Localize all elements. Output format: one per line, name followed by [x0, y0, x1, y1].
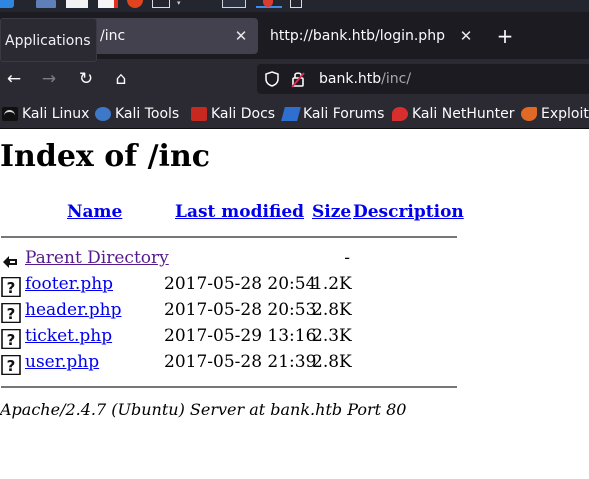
parent-directory-link[interactable]: Parent Directory [25, 248, 169, 268]
close-tab-icon[interactable]: ✕ [458, 18, 474, 54]
url-text: bank.htb/inc/ [319, 64, 411, 94]
unknown-file-icon: ? [1, 303, 21, 323]
back-folder-icon [1, 251, 21, 271]
file-modified: 2017-05-29 13:16 [164, 326, 317, 346]
unknown-file-icon: ? [1, 329, 21, 349]
divider [1, 236, 457, 238]
tab-login[interactable]: http://bank.htb/login.php ✕ [262, 18, 484, 54]
file-manager-icon[interactable] [36, 0, 56, 8]
column-header-size[interactable]: Size [312, 202, 351, 222]
firefox-launcher-icon[interactable] [127, 0, 143, 8]
file-modified: 2017-05-28 20:53 [164, 300, 317, 320]
divider [1, 386, 457, 388]
kali-docs-icon [191, 107, 207, 121]
reload-button[interactable]: ↻ [73, 67, 99, 91]
file-modified: 2017-05-28 20:54 [164, 274, 317, 294]
column-header-name[interactable]: Name [67, 202, 122, 222]
window-icon[interactable] [152, 0, 170, 8]
workspace-switcher[interactable] [222, 0, 246, 8]
url-path: /inc/ [381, 71, 412, 87]
url-bar[interactable]: bank.htb/inc/ [257, 64, 589, 94]
file-size: 1.2K [312, 274, 352, 294]
kali-dragon-icon [2, 107, 18, 121]
kali-tools-icon [95, 107, 111, 121]
window-task-icon[interactable] [290, 0, 302, 8]
table-row: ? user.php 2017-05-28 21:39 2.8K [0, 352, 460, 376]
close-tab-icon[interactable]: ✕ [233, 18, 249, 54]
active-firefox-task-icon[interactable] [256, 0, 282, 8]
page-title: Index of /inc [0, 139, 211, 174]
table-row: ? footer.php 2017-05-28 20:54 1.2K [0, 274, 460, 298]
desktop-top-panel: ▾ [0, 0, 589, 12]
file-size: 2.8K [312, 352, 352, 372]
parent-directory-row: Parent Directory - [0, 248, 460, 272]
page-content: Index of /inc Name Last modified Size De… [0, 130, 589, 479]
shield-icon[interactable] [265, 71, 279, 87]
file-size: - [344, 248, 350, 268]
applications-tooltip: Applications [0, 18, 97, 62]
url-host: bank.htb [319, 71, 382, 87]
svg-text:?: ? [7, 305, 16, 323]
bookmark-label: Kali Forums [303, 106, 385, 122]
tab-title: /inc [100, 28, 126, 44]
file-size: 2.3K [312, 326, 352, 346]
file-link[interactable]: user.php [25, 352, 99, 372]
kali-menu-icon[interactable] [0, 0, 14, 8]
bookmark-label: Kali Tools [115, 106, 180, 122]
lock-icon[interactable] [291, 70, 305, 88]
kali-forums-icon [281, 107, 301, 121]
home-button[interactable]: ⌂ [108, 67, 134, 91]
bookmark-label: Kali NetHunter [412, 106, 515, 122]
table-row: ? header.php 2017-05-28 20:53 2.8K [0, 300, 460, 324]
svg-text:?: ? [7, 357, 16, 375]
column-header-description[interactable]: Description [353, 202, 464, 222]
tab-title: http://bank.htb/login.php [270, 28, 445, 44]
text-editor-icon[interactable] [98, 0, 118, 8]
table-row: ? ticket.php 2017-05-29 13:16 2.3K [0, 326, 460, 350]
bookmark-label: Kali Docs [211, 106, 276, 122]
exploit-db-icon [521, 107, 537, 121]
unknown-file-icon: ? [1, 355, 21, 375]
kali-nethunter-icon [392, 107, 408, 121]
server-signature: Apache/2.4.7 (Ubuntu) Server at bank.htb… [0, 400, 407, 419]
file-link[interactable]: header.php [25, 300, 121, 320]
file-link[interactable]: ticket.php [25, 326, 112, 346]
forward-button[interactable]: → [36, 67, 62, 91]
bookmarks-toolbar: Kali Linux Kali Tools Kali Docs Kali For… [0, 99, 589, 129]
chevron-down-icon[interactable]: ▾ [177, 0, 185, 8]
bookmark-label: Exploit- [541, 106, 589, 122]
navigation-toolbar: ← → ↻ ⌂ bank.htb/inc/ [0, 59, 589, 99]
file-size: 2.8K [312, 300, 352, 320]
file-modified: 2017-05-28 21:39 [164, 352, 317, 372]
column-header-last-modified[interactable]: Last modified [175, 202, 304, 222]
file-link[interactable]: footer.php [25, 274, 113, 294]
back-button[interactable]: ← [1, 67, 27, 91]
unknown-file-icon: ? [1, 277, 21, 297]
svg-text:?: ? [7, 279, 16, 297]
new-tab-button[interactable]: + [495, 18, 515, 54]
svg-text:?: ? [7, 331, 16, 349]
bookmark-label: Kali Linux [22, 106, 90, 122]
terminal-icon[interactable] [66, 0, 88, 8]
